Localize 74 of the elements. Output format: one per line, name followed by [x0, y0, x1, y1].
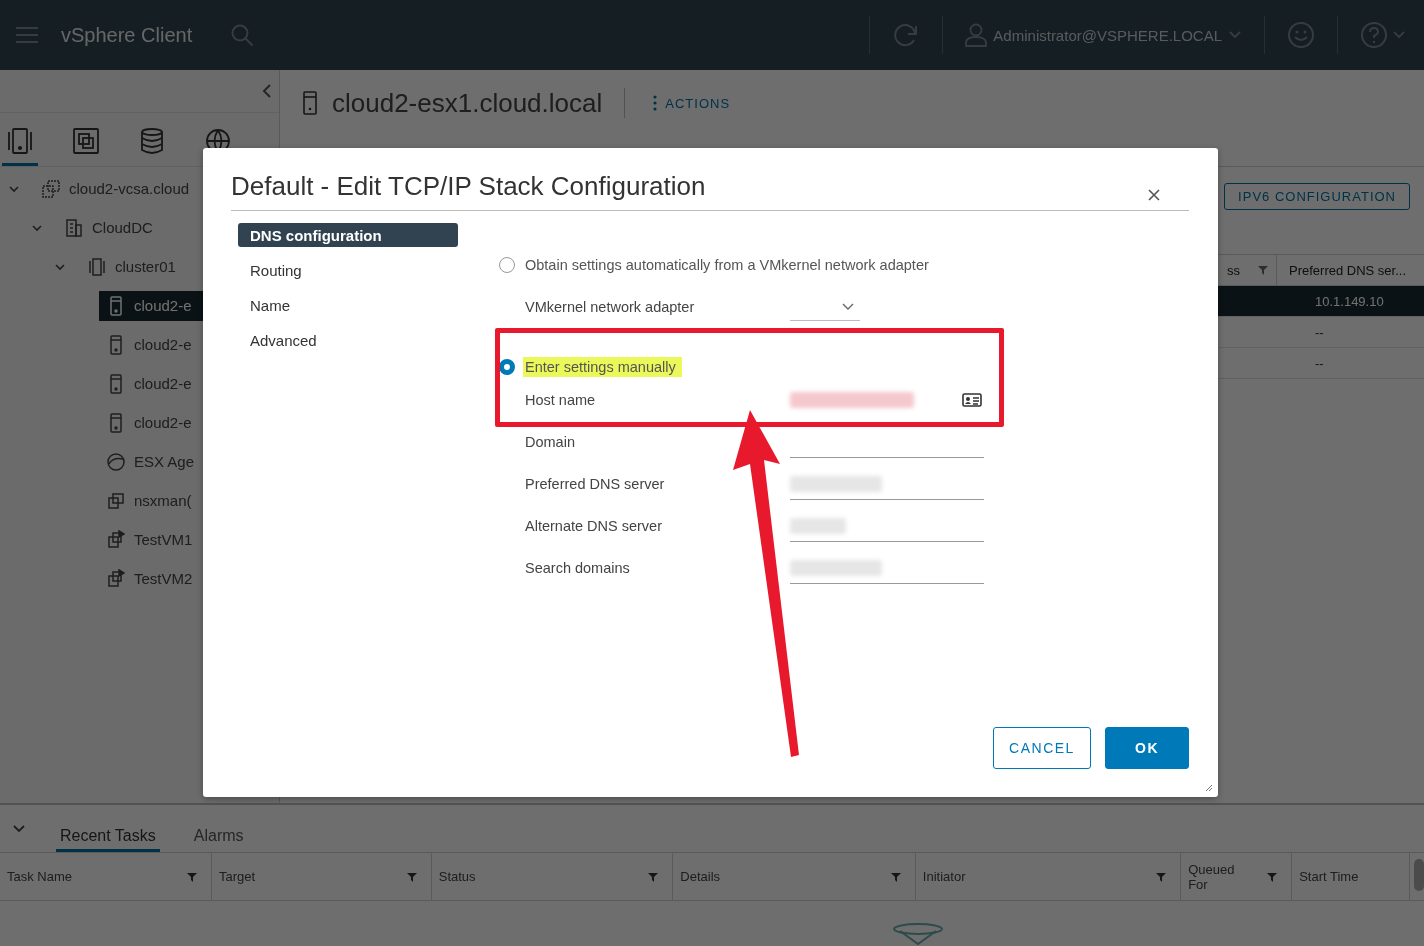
server-icon: [107, 295, 125, 316]
app-title: vSphere Client: [61, 23, 193, 47]
tree-item[interactable]: cloud2-e: [99, 329, 200, 360]
tree-item[interactable]: cloud2-e: [99, 368, 200, 399]
dialog-nav-item[interactable]: Routing: [238, 258, 458, 282]
column-header: Initiator: [922, 869, 966, 884]
linked-squares-icon: [42, 178, 60, 199]
server-icon: [107, 373, 125, 394]
close-icon[interactable]: [1147, 188, 1161, 202]
tree-item[interactable]: TestVM2: [99, 563, 201, 594]
building-icon: [65, 217, 83, 238]
play-squares-icon: [107, 529, 125, 550]
tree-item[interactable]: TestVM1: [99, 524, 201, 555]
caret-icon: [1228, 30, 1242, 40]
user-menu[interactable]: Administrator@VSPHERE.LOCAL: [965, 23, 1242, 47]
column-header: Start Time: [1299, 869, 1359, 884]
tree-item[interactable]: cloud2-e: [99, 407, 200, 438]
radio-option[interactable]: Obtain settings automatically from a VMkernel network adapter: [498, 253, 935, 277]
field-label: VMkernel network adapter: [525, 299, 696, 315]
dialog-title: Default - Edit TCP/IP Stack Configuration: [231, 171, 706, 202]
play-squares-icon: [107, 568, 125, 589]
field-label: Domain: [525, 434, 576, 450]
server-icon: [107, 412, 125, 433]
filter-icon[interactable]: [1267, 871, 1278, 882]
filter-icon[interactable]: [890, 871, 901, 882]
field-label: Search domains: [525, 560, 631, 576]
server-icon: [302, 91, 318, 115]
actions-menu[interactable]: ACTIONS: [647, 94, 737, 112]
column-header: Queued For: [1188, 861, 1236, 892]
table-cell-text: --: [1314, 355, 1325, 371]
cancel-button[interactable]: CANCEL: [993, 727, 1091, 769]
column-header: Details: [680, 869, 721, 884]
server-group-icon: [88, 256, 106, 277]
tree-item[interactable]: ESX Age: [99, 446, 203, 477]
tree-item[interactable]: nsxman(: [99, 485, 200, 516]
user-icon: [965, 23, 988, 47]
panel-tab[interactable]: Recent Tasks: [56, 827, 160, 852]
panel-tab[interactable]: Alarms: [189, 827, 248, 852]
stacked-squares-icon: [71, 126, 101, 156]
ipv6-configuration-button[interactable]: IPV6 CONFIGURATION: [1224, 183, 1410, 210]
ok-button[interactable]: OK: [1105, 727, 1189, 769]
tree-item[interactable]: cluster01: [80, 251, 184, 282]
field-label: Alternate DNS server: [525, 518, 663, 534]
filter-icon[interactable]: [648, 871, 659, 882]
host-title: cloud2-esx1.cloud.local: [332, 87, 603, 119]
column-header: Task Name: [7, 869, 73, 884]
field-label: Preferred DNS server: [525, 476, 666, 492]
table-cell-text: 10.1.149.10: [1314, 293, 1385, 309]
contact-card-icon[interactable]: [962, 392, 982, 407]
more-icon: [653, 95, 658, 111]
column-header: Preferred DNS ser...: [1288, 261, 1408, 280]
server-group-icon: [5, 126, 35, 156]
filter-icon[interactable]: [406, 871, 417, 882]
table-cell-text: --: [1314, 324, 1325, 340]
collapse-icon[interactable]: [12, 824, 26, 834]
filter-icon[interactable]: [1258, 265, 1268, 275]
resize-handle-icon[interactable]: [1205, 784, 1213, 792]
column-header: Status: [438, 869, 476, 884]
tree-item[interactable]: CloudDC: [57, 212, 161, 243]
field-label: Host name: [525, 392, 597, 408]
server-icon: [107, 334, 125, 355]
stacked-squares-icon: [107, 490, 125, 511]
dialog-nav-item[interactable]: DNS configuration: [238, 223, 458, 247]
filter-icon[interactable]: [186, 871, 197, 882]
spinner-icon: [892, 923, 944, 945]
caret-icon: [842, 302, 854, 311]
column-header: Target: [218, 869, 256, 884]
filter-icon[interactable]: [1156, 871, 1167, 882]
tree-item[interactable]: cloud2-vcsa.cloud: [34, 173, 198, 204]
scrollbar[interactable]: [1414, 859, 1424, 891]
collapse-icon[interactable]: [261, 83, 273, 99]
dialog-nav-item[interactable]: Advanced: [238, 328, 458, 352]
gauge-icon: [107, 451, 125, 472]
radio-button[interactable]: [499, 257, 515, 273]
